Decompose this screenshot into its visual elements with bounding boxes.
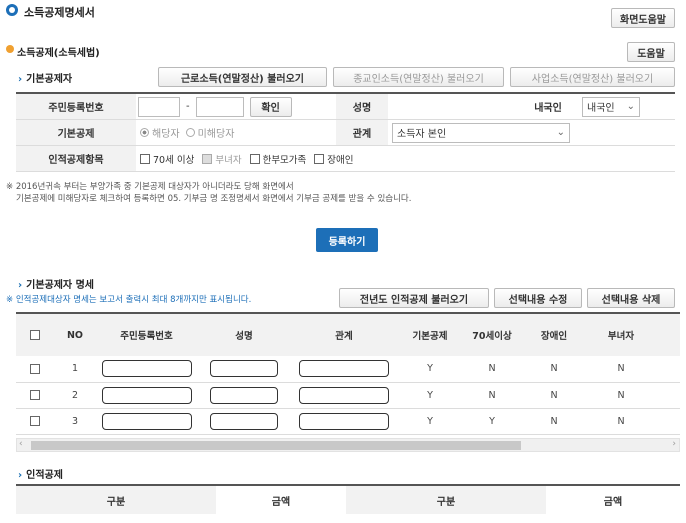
row-relation-input[interactable] xyxy=(299,360,389,378)
col-disabled: 장애인 xyxy=(523,314,585,356)
form-row-deduction: 기본공제 해당자 미해당자 관계 소득자 본인 ⌄ xyxy=(16,120,675,146)
col-category-1: 구분 xyxy=(16,486,216,514)
col-name: 성명 xyxy=(199,314,289,356)
row-woman: N xyxy=(585,382,657,409)
col-no: NO xyxy=(56,314,94,356)
col-relation: 관계 xyxy=(289,314,399,356)
row-checkbox[interactable] xyxy=(29,390,40,400)
row-no: 1 xyxy=(56,356,94,383)
personal-deduction-title: › 인적공제 xyxy=(18,470,63,481)
row-no: 3 xyxy=(56,408,94,435)
col-basic: 기본공제 xyxy=(399,314,461,356)
deduction-no-radio[interactable] xyxy=(185,128,195,137)
delete-selected-button[interactable]: 선택내용 삭제 xyxy=(587,288,675,308)
deduction-list-grid: NO 주민등록번호 성명 관계 기본공제 70세이상 장애인 부녀자 한 1 Y… xyxy=(16,312,680,438)
col-amount-1: 금액 xyxy=(216,486,346,514)
deduction-form: 주민등록번호 - 확인 성명 내국인 내국인 ⌄ 기본공제 해당자 미해당자 관계… xyxy=(16,92,675,172)
woman-checkbox[interactable] xyxy=(202,153,213,164)
col-amount-2: 금액 xyxy=(546,486,680,514)
row-disabled: N xyxy=(523,382,585,409)
horizontal-scrollbar[interactable]: ‹ › xyxy=(16,438,680,452)
over70-checkbox[interactable] xyxy=(140,153,150,164)
select-all-checkbox[interactable] xyxy=(29,330,40,340)
register-button[interactable]: 등록하기 xyxy=(316,228,378,252)
grid-header-row: NO 주민등록번호 성명 관계 기본공제 70세이상 장애인 부녀자 한 xyxy=(16,314,680,356)
screen-help-button[interactable]: 화면도움말 xyxy=(611,8,675,28)
nationality-label: 내국인 xyxy=(518,94,578,119)
row-basic: Y xyxy=(399,408,461,435)
col-category-2: 구분 xyxy=(346,486,546,514)
disabled-checkbox[interactable] xyxy=(314,153,325,164)
basic-deduction-title: › 기본공제자 xyxy=(18,74,73,85)
row-name-input[interactable] xyxy=(210,360,278,378)
chevron-down-icon: ⌄ xyxy=(556,127,565,138)
row-rrn-input[interactable] xyxy=(101,360,192,378)
chevron-right-icon: › xyxy=(18,470,23,481)
col-woman: 부녀자 xyxy=(585,314,657,356)
list-note: ※ 인적공제대상자 명세는 보고서 출력시 최대 8개까지만 표시됩니다. xyxy=(6,295,252,305)
deduction-yes-radio[interactable] xyxy=(140,128,149,137)
row-basic: Y xyxy=(399,356,461,383)
load-earned-income-button[interactable]: 근로소득(연말정산) 불러오기 xyxy=(158,67,327,87)
confirm-button[interactable]: 확인 xyxy=(249,96,292,117)
page-title: 소득공제명세서 xyxy=(24,6,95,19)
section-bullet-icon xyxy=(6,45,14,53)
row-relation-input[interactable] xyxy=(299,386,389,404)
row-over70: Y xyxy=(461,408,523,435)
row-woman: N xyxy=(585,356,657,383)
nationality-select[interactable]: 내국인 ⌄ xyxy=(582,96,640,117)
row-over70: N xyxy=(461,382,523,409)
row-over70: N xyxy=(461,356,523,383)
table-row[interactable]: 3 Y Y N N xyxy=(16,408,680,435)
form-row-rrn: 주민등록번호 - 확인 성명 내국인 내국인 ⌄ xyxy=(16,94,675,120)
col-single-parent: 한 xyxy=(657,314,680,356)
load-previous-year-button[interactable]: 전년도 인적공제 불러오기 xyxy=(339,288,489,308)
personal-label: 인적공제항목 xyxy=(16,146,136,171)
rrn-label: 주민등록번호 xyxy=(16,94,136,119)
single-parent-checkbox[interactable] xyxy=(249,153,260,164)
edit-selected-button[interactable]: 선택내용 수정 xyxy=(494,288,582,308)
personal-deduction-table-header: 구분 금액 구분 금액 xyxy=(16,484,680,514)
section-title: 소득공제(소득세법) xyxy=(17,48,100,59)
row-name-input[interactable] xyxy=(210,412,278,430)
list-title: › 기본공제자 명세 xyxy=(18,280,95,291)
row-checkbox[interactable] xyxy=(29,363,40,374)
table-row[interactable]: 2 Y N N N xyxy=(16,382,680,409)
col-over70: 70세이상 xyxy=(461,314,523,356)
row-disabled: N xyxy=(523,408,585,435)
table-row[interactable]: 1 Y N N N xyxy=(16,356,680,383)
row-basic: Y xyxy=(399,382,461,409)
row-relation-input[interactable] xyxy=(299,412,389,430)
scroll-right-icon[interactable]: › xyxy=(672,439,676,449)
chevron-down-icon: ⌄ xyxy=(626,101,635,112)
notice-line-2: 기본공제에 미해당자로 체크하여 등록하면 05. 기부금 명 조정명세서 화면… xyxy=(16,194,412,204)
scrollbar-thumb[interactable] xyxy=(31,441,521,450)
help-button[interactable]: 도움말 xyxy=(627,42,675,62)
load-religious-income-button[interactable]: 종교인소득(연말정산) 불러오기 xyxy=(333,67,504,87)
load-business-income-button[interactable]: 사업소득(연말정산) 불러오기 xyxy=(510,67,675,87)
deduction-label: 기본공제 xyxy=(16,120,136,145)
row-checkbox[interactable] xyxy=(29,416,40,426)
form-row-personal: 인적공제항목 70세 이상 부녀자 한부모가족 장애인 xyxy=(16,146,675,172)
row-rrn-input[interactable] xyxy=(101,412,192,430)
name-label: 성명 xyxy=(336,94,388,119)
chevron-right-icon: › xyxy=(18,74,23,85)
name-input[interactable] xyxy=(388,94,518,119)
col-rrn: 주민등록번호 xyxy=(94,314,199,356)
row-rrn-input[interactable] xyxy=(101,386,192,404)
title-bullet-icon xyxy=(6,4,18,16)
notice-line-1: ※ 2016년귀속 부터는 부양가족 중 기본공제 대상자가 아니더라도 당해 … xyxy=(6,182,294,192)
chevron-right-icon: › xyxy=(18,280,23,291)
row-name-input[interactable] xyxy=(210,386,278,404)
scroll-left-icon[interactable]: ‹ xyxy=(19,439,23,449)
relation-label: 관계 xyxy=(336,120,388,145)
row-disabled: N xyxy=(523,356,585,383)
row-woman: N xyxy=(585,408,657,435)
relation-select[interactable]: 소득자 본인 ⌄ xyxy=(392,122,570,143)
row-no: 2 xyxy=(56,382,94,409)
rrn-separator: - xyxy=(186,101,190,112)
rrn-front-input[interactable] xyxy=(138,96,180,117)
rrn-back-input[interactable] xyxy=(195,96,244,117)
